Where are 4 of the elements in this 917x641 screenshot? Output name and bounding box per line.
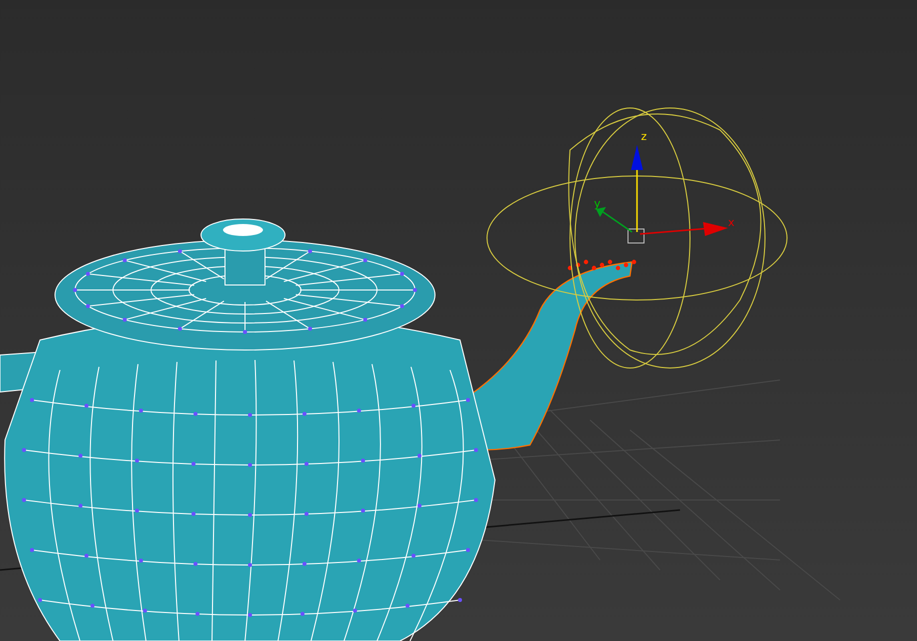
axis-label: x <box>728 216 735 229</box>
pivot-square-icon <box>628 228 644 244</box>
axis-label: y <box>594 197 601 210</box>
axis-label: z <box>641 130 647 143</box>
